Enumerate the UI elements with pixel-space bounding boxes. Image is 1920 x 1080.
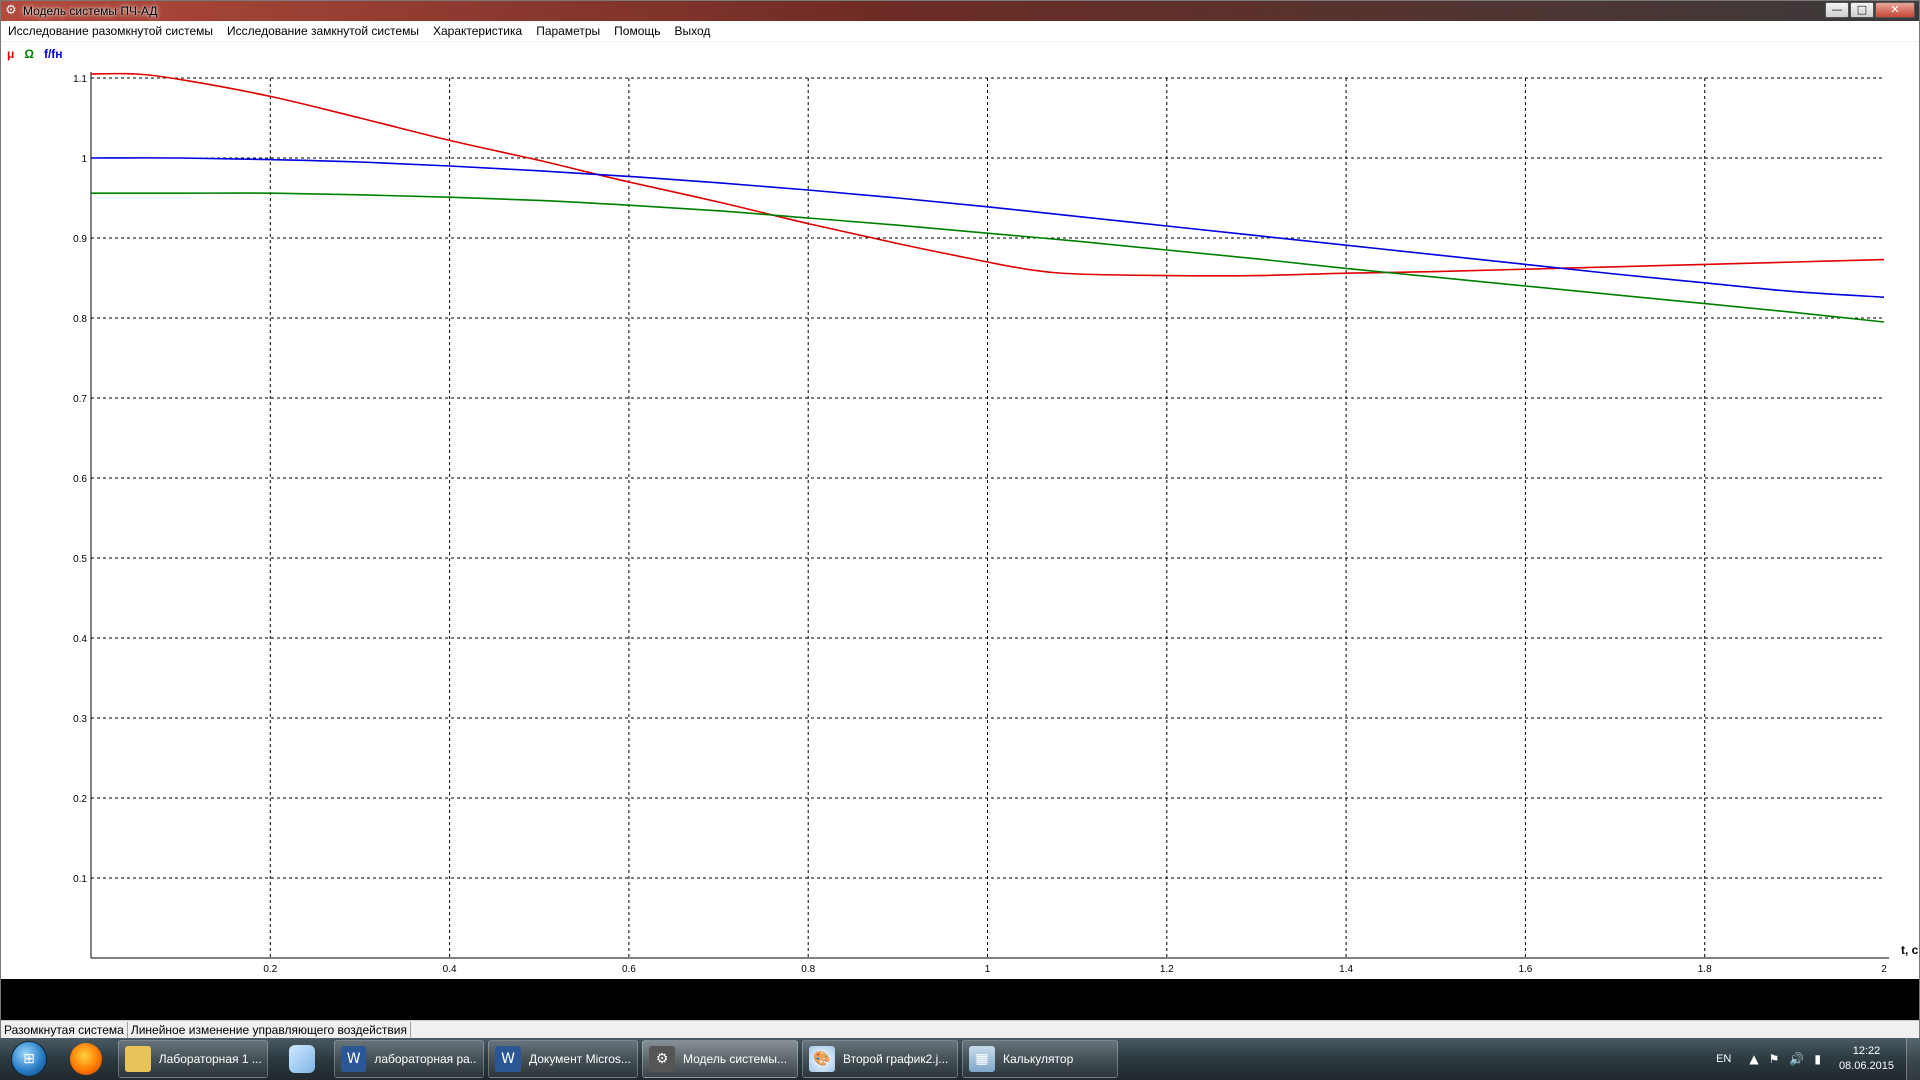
notepad-icon [289, 1045, 315, 1073]
gear-icon: ⚙ [649, 1046, 675, 1072]
system-tray: EN ▲ ⚑ 🔊 ▮ 12:22 08.06.2015 [1716, 1038, 1920, 1080]
title-bar[interactable]: ⚙ Модель системы ПЧ-АД — □ ✕ [1, 1, 1919, 21]
minimize-button[interactable]: — [1825, 2, 1849, 18]
legend-mu: μ [7, 47, 15, 61]
chart-grid [91, 77, 1884, 958]
word-icon: W [495, 1046, 521, 1072]
paint-icon: 🎨 [809, 1046, 835, 1072]
y-tick-label: 0.3 [73, 714, 87, 725]
gear-icon: ⚙ [5, 3, 17, 18]
y-tick-label: 0.2 [73, 794, 87, 805]
clock-date: 08.06.2015 [1838, 1060, 1894, 1072]
y-tick-label: 0.6 [73, 474, 87, 485]
y-tick-label: 0.8 [73, 314, 87, 325]
network-icon[interactable]: ▮ [1814, 1052, 1821, 1066]
clock[interactable]: 12:22 08.06.2015 [1839, 1044, 1894, 1074]
y-tick-label: 0.5 [73, 554, 87, 565]
empty-panel [1, 979, 1919, 1020]
taskbar-pin-notes[interactable] [274, 1039, 330, 1079]
taskbar-item-paint[interactable]: 🎨 Второй график2.j... [802, 1040, 958, 1078]
y-tick-label: 1.1 [73, 74, 87, 85]
x-tick-label: 0.2 [263, 964, 277, 975]
status-bar: Разомкнутая система Линейное изменение у… [1, 1020, 1919, 1039]
start-button[interactable]: ⊞ [6, 1039, 52, 1079]
window-controls: — □ ✕ [1825, 2, 1915, 18]
status-description: Линейное изменение управляющего воздейст… [128, 1021, 411, 1039]
x-axis-label: t, c [1901, 943, 1919, 957]
chart-ticks: 0.2 0.4 0.6 0.8 1 1.2 1.4 1.6 1.8 2 0.1 0.2 0.3 0.4 0.… [73, 74, 1887, 975]
menu-characteristic[interactable]: Характеристика [426, 22, 529, 41]
y-tick-label: 1 [81, 154, 87, 165]
x-tick-label: 1.2 [1160, 964, 1174, 975]
x-tick-label: 1.6 [1518, 964, 1532, 975]
main-window: ⚙ Модель системы ПЧ-АД — □ ✕ Исследовани… [0, 0, 1920, 1039]
calculator-icon: ▦ [969, 1046, 995, 1072]
windows-logo-icon: ⊞ [11, 1041, 47, 1077]
language-indicator[interactable]: EN [1716, 1053, 1731, 1065]
action-center-flag-icon[interactable]: ⚑ [1769, 1052, 1780, 1066]
volume-icon[interactable]: 🔊 [1789, 1052, 1804, 1066]
taskbar: ⊞ Лабораторная 1 ... W лабораторная ра..… [0, 1038, 1920, 1080]
x-tick-label: 1 [985, 964, 991, 975]
plot-area: 0.2 0.4 0.6 0.8 1 1.2 1.4 1.6 1.8 2 0.1 0.2 0.3 0.4 0.… [1, 42, 1919, 979]
x-tick-label: 0.6 [622, 964, 636, 975]
x-tick-label: 1.4 [1339, 964, 1353, 975]
menu-open-system[interactable]: Исследование разомкнутой системы [1, 22, 220, 41]
taskbar-item-calculator[interactable]: ▦ Калькулятор [962, 1040, 1118, 1078]
word-icon: W [341, 1046, 367, 1072]
y-tick-label: 0.4 [73, 634, 87, 645]
taskbar-item-folder[interactable]: Лабораторная 1 ... [118, 1040, 268, 1078]
legend-f-fn: f/fн [43, 47, 63, 61]
folder-icon [125, 1046, 151, 1072]
y-tick-label: 0.1 [73, 874, 87, 885]
menu-closed-system[interactable]: Исследование замкнутой системы [220, 22, 426, 41]
x-tick-label: 0.4 [443, 964, 457, 975]
chart-legend: μ Ω f/fн [7, 47, 63, 61]
menu-help[interactable]: Помощь [607, 22, 667, 41]
x-tick-label: 1.8 [1698, 964, 1712, 975]
firefox-icon [70, 1043, 102, 1075]
x-tick-label: 2 [1881, 964, 1887, 975]
x-tick-label: 0.8 [801, 964, 815, 975]
taskbar-item-word-lab[interactable]: W лабораторная ра... [334, 1040, 484, 1078]
taskbar-item-model[interactable]: ⚙ Модель системы... [642, 1040, 798, 1078]
chart: 0.2 0.4 0.6 0.8 1 1.2 1.4 1.6 1.8 2 0.1 0.2 0.3 0.4 0.… [73, 72, 1919, 975]
show-hidden-icons-icon[interactable]: ▲ [1749, 1052, 1758, 1066]
y-tick-label: 0.7 [73, 394, 87, 405]
chart-axes [90, 72, 1889, 959]
menu-bar: Исследование разомкнутой системы Исследо… [1, 21, 1919, 42]
window-title: Модель системы ПЧ-АД [23, 4, 158, 18]
close-button[interactable]: ✕ [1875, 2, 1915, 18]
menu-parameters[interactable]: Параметры [529, 22, 607, 41]
status-mode: Разомкнутая система [1, 1021, 128, 1039]
taskbar-pin-firefox[interactable] [58, 1039, 114, 1079]
taskbar-item-word-doc[interactable]: W Документ Micros... [488, 1040, 638, 1078]
y-tick-label: 0.9 [73, 234, 87, 245]
clock-time: 12:22 [1852, 1045, 1881, 1057]
legend-omega: Ω [24, 47, 34, 61]
menu-exit[interactable]: Выход [668, 22, 718, 41]
show-desktop-button[interactable] [1906, 1038, 1920, 1080]
maximize-button[interactable]: □ [1850, 2, 1874, 18]
